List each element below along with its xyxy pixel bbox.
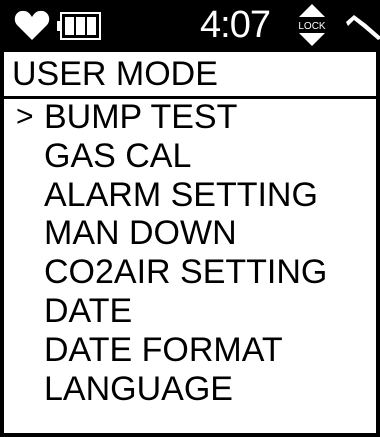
heart-icon	[14, 10, 50, 40]
lock-label: LOCK	[298, 21, 326, 32]
battery-icon	[57, 12, 101, 40]
selection-cursor-icon: >	[16, 100, 34, 133]
user-mode-menu: > BUMP TEST GAS CAL ALARM SETTING MAN DO…	[4, 98, 380, 408]
menu-item-label: BUMP TEST	[44, 98, 238, 136]
menu-item-date-format[interactable]: DATE FORMAT	[4, 331, 380, 370]
signal-icon	[346, 15, 380, 40]
menu-item-label: DATE FORMAT	[44, 330, 283, 369]
menu-item-co2air-setting[interactable]: CO2AIR SETTING	[4, 253, 380, 292]
clock-time: 4:07	[200, 4, 271, 46]
menu-item-label: DATE	[44, 291, 133, 330]
menu-item-alarm-setting[interactable]: ALARM SETTING	[4, 176, 380, 215]
status-bar: 4:07 LOCK	[4, 0, 380, 52]
menu-item-label: GAS CAL	[44, 136, 192, 175]
menu-item-label: CO2AIR SETTING	[44, 253, 328, 292]
lock-icon: LOCK	[298, 4, 326, 46]
device-screen: 4:07 LOCK USER MODE > BUMP TEST GAS CAL …	[0, 0, 380, 437]
menu-item-label: LANGUAGE	[44, 369, 233, 408]
page-title: USER MODE	[12, 55, 218, 93]
menu-item-label: ALARM SETTING	[44, 175, 318, 214]
menu-item-man-down[interactable]: MAN DOWN	[4, 214, 380, 253]
menu-item-date[interactable]: DATE	[4, 292, 380, 331]
menu-item-language[interactable]: LANGUAGE	[4, 370, 380, 409]
menu-item-gas-cal[interactable]: GAS CAL	[4, 137, 380, 176]
menu-item-label: MAN DOWN	[44, 214, 237, 253]
menu-item-bump-test[interactable]: > BUMP TEST	[4, 98, 380, 137]
